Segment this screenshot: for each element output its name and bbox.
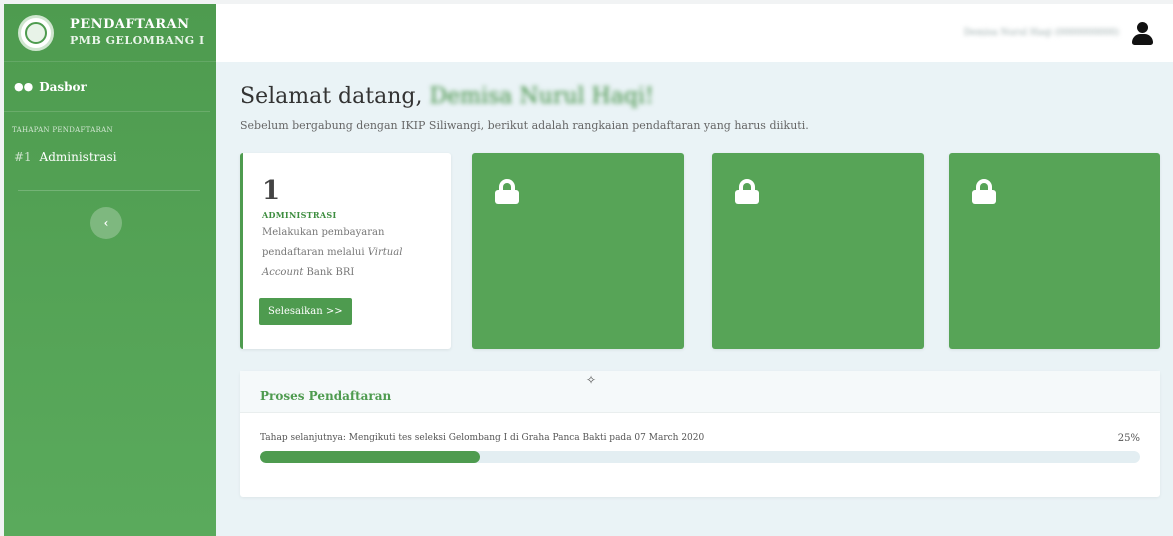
step-title: ADMINISTRASI	[262, 210, 337, 220]
sidebar-item-label: Dasbor	[39, 79, 87, 94]
user-icon[interactable]	[1129, 20, 1155, 46]
dashboard-icon: ●●	[14, 80, 34, 93]
user-name[interactable]: Demisa Nurul Haqi (0000000000)	[964, 28, 1119, 38]
sidebar-divider	[18, 190, 200, 191]
progress-header: Proses Pendaftaran	[240, 371, 1160, 413]
locked-step-card	[472, 153, 684, 349]
topbar: Demisa Nurul Haqi (0000000000)	[216, 4, 1173, 62]
sidebar: PENDAFTARAN PMB GELOMBANG I ●● Dasbor TA…	[4, 4, 216, 536]
brand-subtitle: PMB GELOMBANG I	[70, 33, 205, 47]
progress-bar-fill	[260, 451, 480, 463]
sidebar-item-label: Administrasi	[39, 150, 117, 164]
step-description: Melakukan pembayaran pendaftaran melalui…	[262, 227, 403, 278]
page-title: Selamat datang, Demisa Nurul Haqi!	[240, 84, 654, 109]
welcome-prefix: Selamat datang,	[240, 84, 430, 109]
locked-step-card	[712, 153, 924, 349]
step-card-administrasi: 1 ADMINISTRASI Melakukan pembayaran pend…	[240, 153, 451, 349]
sidebar-item-dasbor[interactable]: ●● Dasbor	[4, 62, 210, 112]
progress-panel: Proses Pendaftaran Tahap selanjutnya: Me…	[240, 371, 1160, 497]
next-step-text: Tahap selanjutnya: Mengikuti tes seleksi…	[260, 433, 705, 443]
finish-button[interactable]: Selesaikan >>	[259, 298, 352, 325]
sidebar-item-administrasi[interactable]: #1 Administrasi	[4, 134, 216, 164]
sidebar-collapse-button[interactable]: ‹	[90, 207, 122, 239]
brand: PENDAFTARAN PMB GELOMBANG I	[4, 4, 216, 62]
move-cursor-icon: ✧	[586, 373, 597, 387]
logo	[18, 14, 54, 51]
chevron-left-icon: ‹	[103, 216, 109, 230]
lock-icon	[495, 179, 519, 205]
progress-bar	[260, 451, 1140, 463]
section-heading: TAHAPAN PENDAFTARAN	[12, 126, 113, 134]
brand-title: PENDAFTARAN	[70, 16, 190, 32]
welcome-name: Demisa Nurul Haqi!	[429, 84, 654, 109]
lock-icon	[972, 179, 996, 205]
progress-percent: 25%	[1117, 433, 1140, 444]
locked-step-card	[949, 153, 1160, 349]
lock-icon	[735, 179, 759, 205]
step-number: 1	[262, 176, 281, 206]
main-content: Selamat datang, Demisa Nurul Haqi! Sebel…	[216, 62, 1173, 536]
step-number: #1	[14, 150, 32, 164]
page-subtitle: Sebelum bergabung dengan IKIP Siliwangi,…	[240, 119, 809, 132]
progress-title: Proses Pendaftaran	[260, 389, 392, 403]
